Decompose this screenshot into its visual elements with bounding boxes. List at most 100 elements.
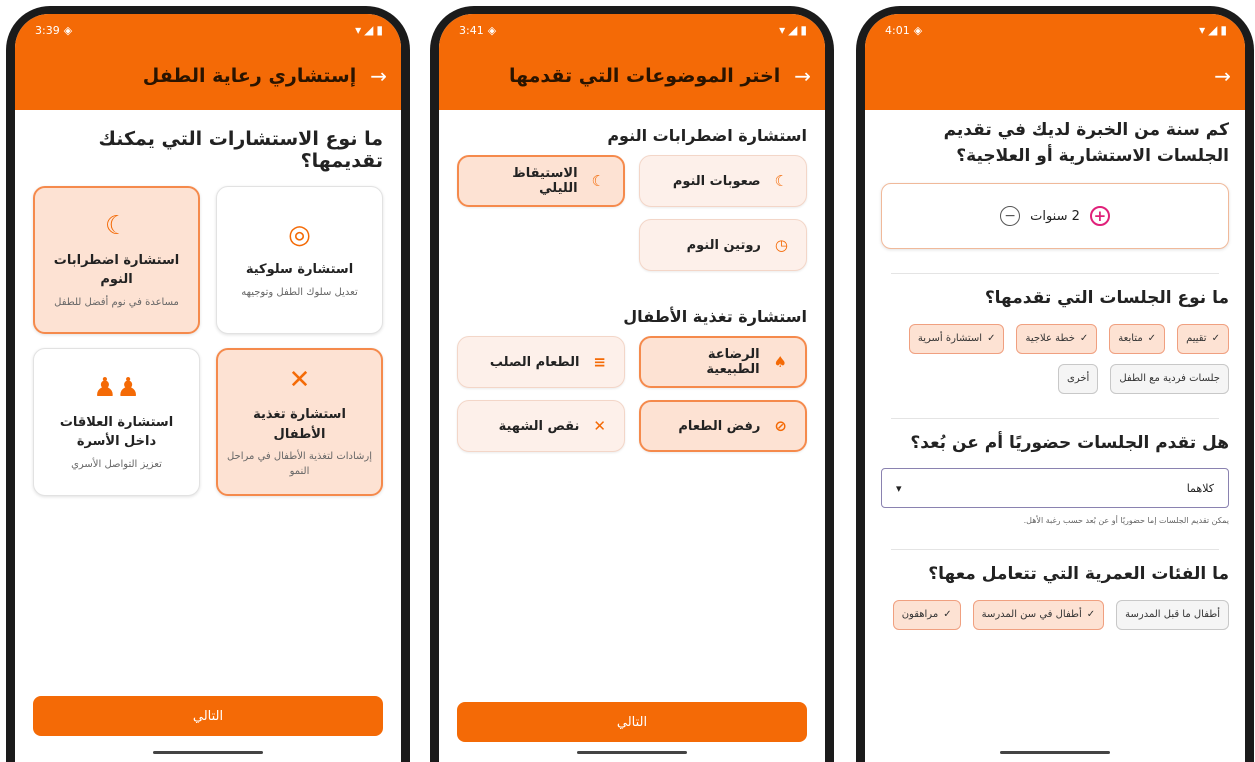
- moon-icon: ☾: [104, 210, 129, 241]
- wifi-icon: ▾: [355, 23, 362, 37]
- home-indicator: [577, 751, 687, 754]
- utensils-icon: ✕: [593, 417, 606, 435]
- topic-label: الرضاعة الطبيعية: [706, 347, 760, 377]
- mode-select[interactable]: كلاهما ▾: [881, 468, 1229, 508]
- card-subtitle: إرشادات لتغذية الأطفال في مراحل النمو: [226, 451, 372, 477]
- topic-sleep-routine[interactable]: ◷ روتين النوم: [639, 219, 807, 271]
- age-options: أطفال ما قبل المدرسة ✓ أطفال في سن المدرس…: [881, 599, 1229, 630]
- home-indicator: [1000, 751, 1110, 754]
- years-stepper: + 2 سنوات −: [881, 183, 1229, 249]
- option-family-consult[interactable]: ✓ استشارة أسرية: [908, 323, 1005, 354]
- consultation-grid: ◎ استشارة سلوكية تعديل سلوك الطفل وتوجيه…: [33, 186, 383, 496]
- next-button[interactable]: التالي: [457, 702, 807, 742]
- solid-food-icon: ≡: [593, 353, 606, 371]
- option-school-age[interactable]: ✓ أطفال في سن المدرسة: [972, 599, 1105, 630]
- app-bar: 4:01 ◈ ▾ ◢ ▮ →: [865, 14, 1245, 110]
- option-label: مراهقون: [901, 609, 939, 620]
- location-icon: ◈: [913, 23, 923, 37]
- mode-help-text: يمكن تقديم الجلسات إما حضوريًا أو عن بُع…: [1023, 516, 1229, 525]
- next-button[interactable]: التالي: [33, 696, 383, 736]
- question-ages: ما الفئات العمرية التي تتعامل معها؟: [928, 564, 1229, 584]
- option-individual[interactable]: جلسات فردية مع الطفل: [1110, 363, 1229, 394]
- option-other[interactable]: أخرى: [1058, 363, 1099, 394]
- option-teens[interactable]: ✓ مراهقون: [892, 599, 961, 630]
- back-arrow-icon[interactable]: →: [794, 64, 811, 88]
- behavior-icon: ◎: [288, 220, 311, 251]
- location-icon: ◈: [487, 23, 497, 37]
- option-label: أطفال ما قبل المدرسة: [1125, 609, 1220, 620]
- status-bar: 3:41 ◈ ▾ ◢ ▮: [439, 14, 825, 46]
- minus-icon[interactable]: −: [1000, 206, 1021, 226]
- topic-label: صعوبات النوم: [672, 173, 761, 189]
- check-icon: ✓: [1147, 333, 1157, 344]
- wifi-icon: ▾: [779, 23, 786, 37]
- status-time: 4:01: [885, 23, 910, 37]
- session-type-options: ✓ تقييم ✓ متابعة ✓ خطة علاجية ✓ استشارة أسري…: [881, 323, 1229, 394]
- check-icon: ✓: [1086, 609, 1096, 620]
- battery-icon: ▮: [1220, 23, 1227, 37]
- topic-night-waking[interactable]: ☾ الاستيقاظ الليلي: [457, 155, 625, 207]
- card-subtitle: مساعدة في نوم أفضل للطفل: [54, 296, 179, 308]
- moon-icon: ☾: [774, 172, 788, 190]
- sleep-topics: ☾ صعوبات النوم ☾ الاستيقاظ الليلي ◷ روتي…: [457, 155, 807, 271]
- topic-solid-food[interactable]: ≡ الطعام الصلب: [457, 336, 625, 388]
- option-treatment-plan[interactable]: ✓ خطة علاجية: [1016, 323, 1098, 354]
- app-bar: 3:41 ◈ ▾ ◢ ▮ → اختر الموضوعات التي تقدمها: [439, 14, 825, 110]
- option-label: متابعة: [1118, 333, 1143, 344]
- topic-label: رفض الطعام: [678, 418, 761, 434]
- question-experience: كم سنة من الخبرة لديك في تقديم الجلسات ا…: [943, 120, 1229, 166]
- question-title: ما نوع الاستشارات التي يمكنك تقديمها؟: [98, 128, 384, 172]
- card-title: استشارة العلاقات داخل الأسرة: [59, 414, 174, 450]
- topic-label: نقص الشهية: [498, 418, 580, 434]
- card-subtitle: تعديل سلوك الطفل وتوجيهه: [241, 286, 358, 298]
- option-label: تقييم: [1186, 333, 1207, 344]
- check-icon: ✓: [943, 609, 952, 620]
- topic-food-refusal[interactable]: ⊘ رفض الطعام: [639, 400, 807, 452]
- option-followup[interactable]: ✓ متابعة: [1109, 323, 1166, 354]
- option-assessment[interactable]: ✓ تقييم: [1177, 323, 1229, 354]
- option-label: أخرى: [1067, 373, 1090, 384]
- screen-experience: 4:01 ◈ ▾ ◢ ▮ → كم سنة من الخبرة لديك في تقد…: [865, 14, 1245, 762]
- topic-label: الاستيقاظ الليلي: [512, 166, 578, 196]
- back-arrow-icon[interactable]: →: [370, 64, 387, 88]
- option-preschool[interactable]: أطفال ما قبل المدرسة: [1116, 599, 1229, 630]
- check-icon: ✓: [1211, 333, 1220, 344]
- signal-icon: ◢: [364, 23, 374, 37]
- status-time: 3:39: [35, 23, 60, 37]
- plus-icon[interactable]: +: [1089, 206, 1110, 226]
- status-bar: 4:01 ◈ ▾ ◢ ▮: [865, 14, 1245, 46]
- card-nutrition[interactable]: ✕ استشارة تغذية الأطفال إرشادات لتغذية ا…: [216, 348, 383, 496]
- family-icon: ♟♟: [93, 372, 140, 403]
- screen-topics: 3:41 ◈ ▾ ◢ ▮ → اختر الموضوعات التي تقدمها ا…: [439, 14, 825, 762]
- back-arrow-icon[interactable]: →: [1214, 64, 1231, 88]
- phone-frame-3: 4:01 ◈ ▾ ◢ ▮ → كم سنة من الخبرة لديك في تقد…: [856, 6, 1254, 762]
- app-bar: 3:39 ◈ ▾ ◢ ▮ → إستشاري رعاية الطفل: [15, 14, 401, 110]
- topic-low-appetite[interactable]: ✕ نقص الشهية: [457, 400, 625, 452]
- battery-icon: ▮: [800, 23, 807, 37]
- card-family[interactable]: ♟♟ استشارة العلاقات داخل الأسرة تعزيز ال…: [33, 348, 200, 496]
- topic-breastfeeding[interactable]: ♠ الرضاعة الطبيعية: [639, 336, 807, 388]
- nutrition-topics: ♠ الرضاعة الطبيعية ≡ الطعام الصلب ⊘ رفض …: [457, 336, 807, 452]
- page-title: اختر الموضوعات التي تقدمها: [508, 65, 781, 87]
- status-bar: 3:39 ◈ ▾ ◢ ▮: [15, 14, 401, 46]
- dropdown-icon: ▾: [896, 481, 902, 495]
- card-behavioral[interactable]: ◎ استشارة سلوكية تعديل سلوك الطفل وتوجيه…: [216, 186, 383, 334]
- home-indicator: [153, 751, 263, 754]
- section-title-sleep: استشارة اضطرابات النوم: [607, 126, 807, 145]
- years-value: 2 سنوات: [1030, 208, 1080, 224]
- location-icon: ◈: [63, 23, 73, 37]
- screen-consultation-types: 3:39 ◈ ▾ ◢ ▮ → إستشاري رعاية الطفل ما نوع ا…: [15, 14, 401, 762]
- wifi-icon: ▾: [1199, 23, 1206, 37]
- option-label: استشارة أسرية: [917, 333, 983, 344]
- question-session-type: ما نوع الجلسات التي تقدمها؟: [984, 288, 1229, 308]
- option-label: خطة علاجية: [1025, 333, 1075, 344]
- topic-label: الطعام الصلب: [489, 354, 580, 370]
- card-sleep[interactable]: ☾ استشارة اضطرابات النوم مساعدة في نوم أ…: [33, 186, 200, 334]
- signal-icon: ◢: [788, 23, 798, 37]
- battery-icon: ▮: [376, 23, 383, 37]
- divider: [891, 549, 1219, 550]
- phone-frame-2: 3:41 ◈ ▾ ◢ ▮ → اختر الموضوعات التي تقدمها ا…: [430, 6, 834, 762]
- option-label: أطفال في سن المدرسة: [981, 609, 1082, 620]
- status-time: 3:41: [459, 23, 484, 37]
- topic-sleep-difficulties[interactable]: ☾ صعوبات النوم: [639, 155, 807, 207]
